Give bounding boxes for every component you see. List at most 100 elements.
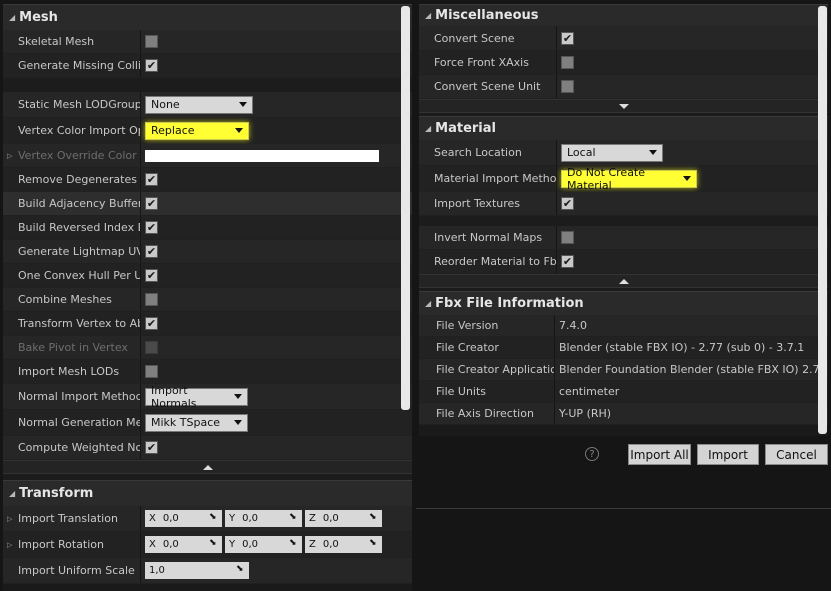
spin-value: 0,0: [242, 513, 259, 524]
import-button[interactable]: Import: [697, 444, 759, 465]
remove-degenerates-checkbox[interactable]: ✔: [145, 173, 158, 186]
bake-pivot-label: Bake Pivot in Vertex: [3, 336, 141, 359]
translation-z-field[interactable]: Z 0,0 ⬊: [305, 510, 382, 527]
row-import-rotation: ▷ Import Rotation X 0,0 ⬊ Y 0,0 ⬊ Z 0,0 ⬊: [3, 532, 412, 558]
right-details-panel: ◢ Miscellaneous Convert Scene ✔ Force Fr…: [419, 4, 828, 436]
mesh-advanced-collapse-button[interactable]: [3, 460, 412, 474]
compute-weighted-normals-checkbox[interactable]: ✔: [145, 441, 158, 454]
expand-arrow-icon[interactable]: ▷: [7, 541, 12, 549]
transform-vertex-checkbox[interactable]: ✔: [145, 317, 158, 330]
translation-x-field[interactable]: X 0,0 ⬊: [145, 510, 222, 527]
mesh-section-header[interactable]: ◢ Mesh: [3, 4, 412, 30]
translation-y-field[interactable]: Y 0,0 ⬊: [225, 510, 302, 527]
axis-label: Y: [229, 513, 236, 524]
misc-advanced-expand-button[interactable]: [419, 99, 828, 113]
expand-down-icon: [618, 103, 629, 109]
cancel-button[interactable]: Cancel: [765, 444, 828, 465]
left-panel-scrollbar[interactable]: [401, 6, 410, 410]
row-remove-degenerates: Remove Degenerates ✔: [3, 168, 412, 192]
chevron-down-icon: [649, 150, 657, 155]
left-details-panel: ◢ Mesh Skeletal Mesh Generate Missing Co…: [3, 4, 412, 591]
chevron-down-icon: [683, 176, 691, 181]
transform-section-title: Transform: [19, 486, 94, 501]
spin-value: 0,0: [242, 539, 259, 550]
generate-missing-collision-checkbox[interactable]: ✔: [145, 59, 158, 72]
generate-lightmap-uvs-label: Generate Lightmap UVs: [3, 240, 141, 263]
dropdown-value: Import Normals: [151, 383, 197, 410]
import-mesh-lods-checkbox[interactable]: [145, 365, 158, 378]
row-bake-pivot: Bake Pivot in Vertex: [3, 336, 412, 360]
one-convex-hull-label: One Convex Hull Per UC>: [3, 264, 141, 287]
vertex-override-color-swatch[interactable]: [145, 149, 379, 162]
row-normal-generation-method: Normal Generation Meth Mikk TSpace: [3, 410, 412, 436]
dropdown-value: Local: [567, 146, 596, 159]
invert-normal-maps-checkbox[interactable]: [561, 231, 574, 244]
rotation-z-field[interactable]: Z 0,0 ⬊: [305, 536, 382, 553]
remove-degenerates-label: Remove Degenerates: [3, 168, 141, 191]
normal-generation-method-label: Normal Generation Meth: [3, 410, 141, 435]
build-reversed-index-checkbox[interactable]: ✔: [145, 221, 158, 234]
expand-arrow-icon[interactable]: ▷: [7, 515, 12, 523]
drag-handle-icon: ⬊: [209, 538, 217, 548]
check-icon: ✔: [146, 269, 157, 282]
import-textures-checkbox[interactable]: ✔: [561, 197, 574, 210]
skeletal-mesh-checkbox[interactable]: [145, 35, 158, 48]
row-force-front-xaxis: Force Front XAxis: [419, 51, 828, 75]
convert-scene-checkbox[interactable]: ✔: [561, 31, 574, 45]
import-all-button[interactable]: Import All: [628, 444, 691, 465]
drag-handle-icon: ⬊: [289, 538, 297, 548]
miscellaneous-section-header[interactable]: ◢ Miscellaneous: [419, 4, 828, 26]
right-panel-scrollbar[interactable]: [818, 6, 827, 434]
normal-import-method-dropdown[interactable]: Import Normals: [145, 384, 248, 410]
search-location-dropdown[interactable]: Local: [561, 143, 663, 162]
section-collapse-arrow-icon: ◢: [9, 13, 16, 22]
row-convert-scene: Convert Scene ✔: [419, 26, 828, 51]
row-import-translation: ▷ Import Translation X 0,0 ⬊ Y 0,0 ⬊ Z 0,0 ⬊: [3, 506, 412, 532]
build-adjacency-buffer-checkbox[interactable]: ✔: [145, 197, 158, 210]
fbx-info-row: File Creator Application Blender Foundat…: [419, 359, 828, 381]
section-collapse-arrow-icon: ◢: [425, 299, 432, 308]
one-convex-hull-checkbox[interactable]: ✔: [145, 269, 158, 282]
axis-label: X: [149, 539, 156, 550]
fbx-info-row: File Units centimeter: [419, 381, 828, 403]
compute-weighted-normals-label: Compute Weighted Norm: [3, 436, 141, 459]
vertex-color-import-label: Vertex Color Import Opti: [3, 118, 141, 143]
combine-meshes-checkbox[interactable]: [145, 293, 158, 306]
help-icon[interactable]: ?: [585, 447, 599, 461]
skeletal-mesh-label: Skeletal Mesh: [3, 30, 141, 53]
uniform-scale-field[interactable]: 1,0 ⬊: [145, 562, 249, 579]
convert-scene-unit-checkbox[interactable]: [561, 80, 574, 93]
material-section-header[interactable]: ◢ Material: [419, 116, 828, 140]
material-advanced-collapse-button[interactable]: [419, 274, 828, 288]
rotation-x-field[interactable]: X 0,0 ⬊: [145, 536, 222, 553]
import-uniform-scale-label: Import Uniform Scale: [3, 558, 141, 583]
reorder-material-label: Reorder Material to Fbx: [419, 250, 557, 273]
fbx-info-section-header[interactable]: ◢ Fbx File Information: [419, 291, 828, 315]
fbx-info-value: centimeter: [559, 385, 620, 398]
axis-label: Y: [229, 539, 236, 550]
check-icon: ✔: [146, 317, 157, 330]
check-icon: ✔: [146, 59, 157, 72]
chevron-down-icon: [234, 394, 242, 399]
material-import-method-dropdown[interactable]: Do Not Create Material: [561, 166, 697, 192]
normal-generation-method-dropdown[interactable]: Mikk TSpace: [145, 413, 248, 432]
row-import-uniform-scale: Import Uniform Scale 1,0 ⬊: [3, 558, 412, 584]
fbx-info-value: Blender Foundation Blender (stable FBX I…: [559, 363, 828, 376]
vertex-color-import-dropdown[interactable]: Replace: [145, 121, 249, 140]
static-mesh-lodgroup-dropdown[interactable]: None: [145, 95, 253, 114]
generate-missing-collision-label: Generate Missing Collisi: [3, 54, 141, 77]
row-generate-missing-collision: Generate Missing Collisi ✔: [3, 54, 412, 78]
static-mesh-lodgroup-label: Static Mesh LODGroup: [3, 92, 141, 117]
rotation-y-field[interactable]: Y 0,0 ⬊: [225, 536, 302, 553]
transform-section-header[interactable]: ◢ Transform: [3, 480, 412, 506]
force-front-xaxis-checkbox[interactable]: [561, 56, 574, 69]
expand-arrow-icon[interactable]: ▷: [7, 152, 12, 160]
spin-value: 1,0: [149, 565, 165, 576]
reorder-material-checkbox[interactable]: ✔: [561, 255, 574, 268]
row-combine-meshes: Combine Meshes: [3, 288, 412, 312]
fbx-info-row: File Version 7.4.0: [419, 315, 828, 337]
generate-lightmap-uvs-checkbox[interactable]: ✔: [145, 245, 158, 258]
row-normal-import-method: Normal Import Method Import Normals: [3, 384, 412, 410]
import-textures-label: Import Textures: [419, 192, 557, 215]
fbx-info-label: File Creator Application: [419, 359, 555, 380]
